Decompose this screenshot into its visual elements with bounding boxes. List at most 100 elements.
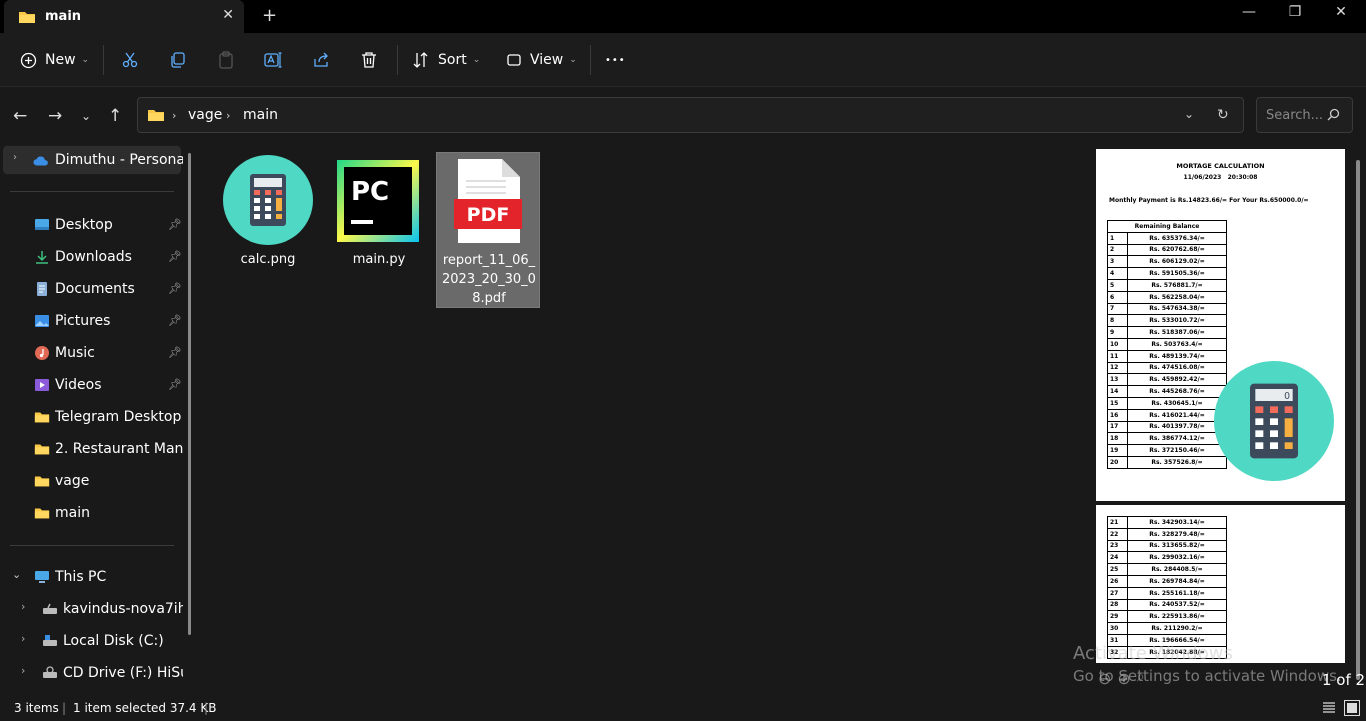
command-bar: New ⌄ Sort ⌄ View ⌄ •••: [0, 33, 1366, 87]
row-number: 2: [1107, 243, 1128, 257]
file-item-calc-png[interactable]: calc.png: [216, 152, 320, 308]
pin-icon[interactable]: 📌︎: [168, 346, 182, 359]
item-count: 3 items: [14, 701, 59, 715]
sidebar-item-documents[interactable]: Documents 📌︎: [0, 275, 190, 303]
chevron-right-icon[interactable]: ›: [21, 632, 25, 645]
trash-icon: [362, 52, 376, 68]
row-number: 1: [1107, 231, 1128, 245]
paste-button[interactable]: [217, 49, 235, 71]
pdf-file-icon: PDF: [454, 159, 522, 243]
row-number: 17: [1107, 420, 1128, 434]
sidebar-scrollbar[interactable]: [188, 153, 191, 635]
file-name-line: 8.pdf: [472, 291, 506, 306]
chevron-right-icon[interactable]: ›: [21, 600, 25, 613]
table-row: 6 Rs. 562258.04/=: [1107, 290, 1227, 304]
table-row: 14 Rs. 445268.76/=: [1107, 385, 1227, 398]
sidebar-item-label: Telegram Desktop: [55, 409, 182, 425]
breadcrumb-chevron-icon[interactable]: ›: [172, 109, 176, 122]
new-tab-button[interactable]: +: [262, 5, 277, 26]
divider: [590, 45, 591, 75]
file-item-main-py[interactable]: PC main.py: [327, 152, 431, 308]
pin-icon[interactable]: 📌︎: [168, 250, 182, 263]
row-number: 16: [1107, 408, 1128, 422]
sidebar-item-cd-drive[interactable]: › CD Drive (F:) HiSuite: [0, 659, 190, 687]
sidebar-item-desktop[interactable]: Desktop 📌︎: [0, 211, 190, 239]
cut-button[interactable]: [121, 49, 139, 71]
cd-drive-icon: [43, 666, 57, 678]
zoom-in-icon[interactable]: ⊕: [1117, 669, 1130, 691]
pin-icon[interactable]: 📌︎: [168, 282, 182, 295]
row-number: 6: [1107, 290, 1128, 304]
large-icons-view-icon[interactable]: [1344, 700, 1360, 716]
pin-icon[interactable]: 📌︎: [168, 378, 182, 391]
view-button[interactable]: View ⌄: [506, 49, 577, 71]
details-view-icon[interactable]: [1322, 701, 1336, 715]
sidebar-item-this-pc[interactable]: ⌄ This PC: [0, 563, 190, 591]
sidebar-item-label: Desktop: [55, 217, 113, 233]
address-bar[interactable]: › vage › main ⌄ ↻: [137, 97, 1244, 133]
sidebar-item-downloads[interactable]: Downloads 📌︎: [0, 243, 190, 271]
share-button[interactable]: [312, 49, 330, 71]
report-datetime: 11/06/2023 20:30:08: [1183, 174, 1258, 181]
see-more-button[interactable]: •••: [605, 49, 626, 71]
close-window-button[interactable]: ✕: [1318, 4, 1364, 26]
row-number: 7: [1107, 302, 1128, 316]
sidebar-item-vage[interactable]: vage: [0, 467, 190, 495]
recent-locations-chevron-icon[interactable]: ⌄: [81, 109, 91, 123]
sidebar-item-videos[interactable]: Videos 📌︎: [0, 371, 190, 399]
sidebar-item-label: Pictures: [55, 313, 111, 329]
sidebar-item-label: This PC: [55, 569, 107, 585]
breadcrumb-chevron-icon[interactable]: ›: [226, 109, 230, 122]
table-row: 1 Rs. 635376.34/=: [1107, 231, 1227, 245]
chevron-right-icon[interactable]: ›: [13, 152, 17, 163]
refresh-icon[interactable]: ↻: [1217, 107, 1229, 123]
back-arrow-icon[interactable]: ←: [13, 106, 27, 126]
folder-icon: [34, 508, 50, 519]
row-balance: Rs. 211290.2/=: [1127, 622, 1227, 635]
sidebar-item-network-drive[interactable]: › kavindus-nova7ihuı: [0, 595, 190, 623]
breadcrumb-main[interactable]: main: [243, 107, 278, 123]
minimize-button[interactable]: —: [1226, 4, 1272, 26]
tab-main[interactable]: main ✕: [4, 0, 244, 33]
chevron-down-icon[interactable]: ⌄: [12, 568, 21, 581]
rename-button[interactable]: [264, 49, 283, 71]
preview-scrollbar[interactable]: [1356, 160, 1360, 680]
table-row: 27 Rs. 255161.18/=: [1107, 586, 1227, 600]
sidebar-item-main[interactable]: main: [0, 499, 190, 527]
breadcrumb-vage[interactable]: vage: [188, 107, 222, 123]
row-number: 29: [1107, 610, 1128, 624]
row-balance: Rs. 606129.02/=: [1127, 255, 1227, 269]
table-row: 15 Rs. 430645.1/=: [1107, 396, 1227, 410]
close-tab-icon[interactable]: ✕: [222, 7, 234, 23]
search-box[interactable]: Search...: [1256, 97, 1353, 133]
sort-button[interactable]: Sort ⌄: [412, 49, 480, 71]
search-input[interactable]: Search...: [1266, 108, 1323, 123]
table-row: 25 Rs. 284408.5/=: [1107, 563, 1227, 576]
row-balance: Rs. 284408.5/=: [1127, 563, 1227, 576]
sidebar-item-music[interactable]: Music 📌︎: [0, 339, 190, 367]
zoom-out-icon[interactable]: ⊖: [1098, 669, 1111, 691]
sidebar-item-local-disk[interactable]: › Local Disk (C:): [0, 627, 190, 655]
copy-button[interactable]: [169, 49, 187, 71]
row-number: 19: [1107, 444, 1128, 457]
sidebar-item-restaurant[interactable]: 2. Restaurant Manag: [0, 435, 190, 463]
pin-icon[interactable]: 📌︎: [168, 218, 182, 231]
file-item-report-pdf[interactable]: PDF report_11_06_ 2023_20_30_0 8.pdf: [436, 152, 540, 308]
zoom-fit-icon[interactable]: ⌕: [1137, 669, 1145, 691]
row-balance: Rs. 342903.14/=: [1127, 516, 1227, 529]
forward-arrow-icon[interactable]: →: [48, 106, 62, 126]
chevron-right-icon[interactable]: ›: [21, 664, 25, 677]
up-arrow-icon[interactable]: ↑: [108, 106, 122, 126]
pin-icon[interactable]: 📌︎: [168, 314, 182, 327]
row-balance: Rs. 474516.08/=: [1127, 361, 1227, 375]
sidebar-item-pictures[interactable]: Pictures 📌︎: [0, 307, 190, 335]
sidebar-item-telegram-desktop[interactable]: Telegram Desktop: [0, 403, 190, 431]
new-button[interactable]: New ⌄: [20, 49, 89, 71]
table-row: 10 Rs. 503763.4/=: [1107, 337, 1227, 351]
maximize-button[interactable]: ❐: [1272, 4, 1318, 26]
table-row: 28 Rs. 240537.52/=: [1107, 598, 1227, 612]
delete-button[interactable]: [360, 49, 378, 71]
hard-drive-icon: [43, 635, 57, 646]
address-history-chevron-icon[interactable]: ⌄: [1184, 107, 1194, 121]
sidebar-item-onedrive[interactable]: › Dimuthu - Personal: [3, 146, 183, 174]
